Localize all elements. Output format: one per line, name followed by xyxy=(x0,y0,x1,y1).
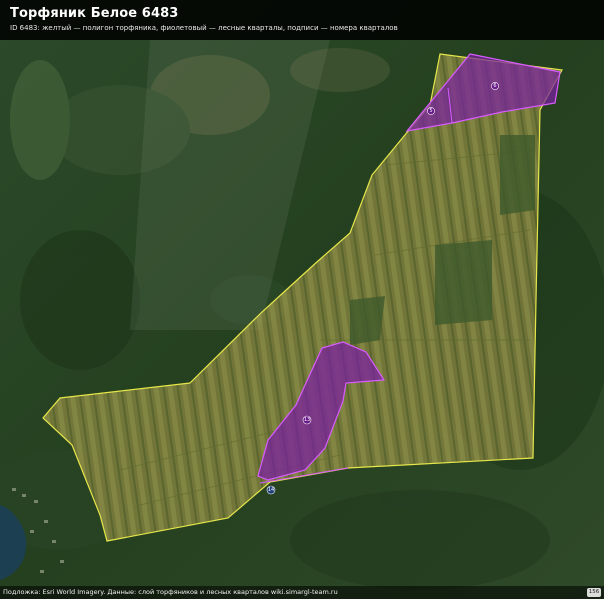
map-legend-caption: ID 6483: желтый — полигон торфяника, фио… xyxy=(10,24,398,32)
quarter-label-6-text: 6 xyxy=(493,83,496,89)
map-header: Торфяник Белое 6483 ID 6483: желтый — по… xyxy=(0,0,604,40)
corner-badge: 156 xyxy=(587,588,601,597)
map-view[interactable]: 6 5 13 14 Торфяник Белое 6483 ID 6483: ж… xyxy=(0,0,604,599)
attribution-text: Подложка: Esri World Imagery. Данные: сл… xyxy=(3,588,338,596)
quarter-label-6[interactable]: 6 xyxy=(491,82,499,90)
quarter-label-5[interactable]: 5 xyxy=(427,107,435,115)
map-title: Торфяник Белое 6483 xyxy=(10,6,179,21)
attribution-bar: Подложка: Esri World Imagery. Данные: сл… xyxy=(0,586,604,599)
quarter-label-13[interactable]: 13 xyxy=(302,415,312,425)
quarter-label-14-text: 14 xyxy=(268,487,274,493)
map-canvas: 6 5 13 14 xyxy=(0,0,604,599)
quarter-label-13-text: 13 xyxy=(304,417,310,423)
quarter-label-14[interactable]: 14 xyxy=(266,485,276,495)
quarter-label-5-text: 5 xyxy=(429,108,432,114)
